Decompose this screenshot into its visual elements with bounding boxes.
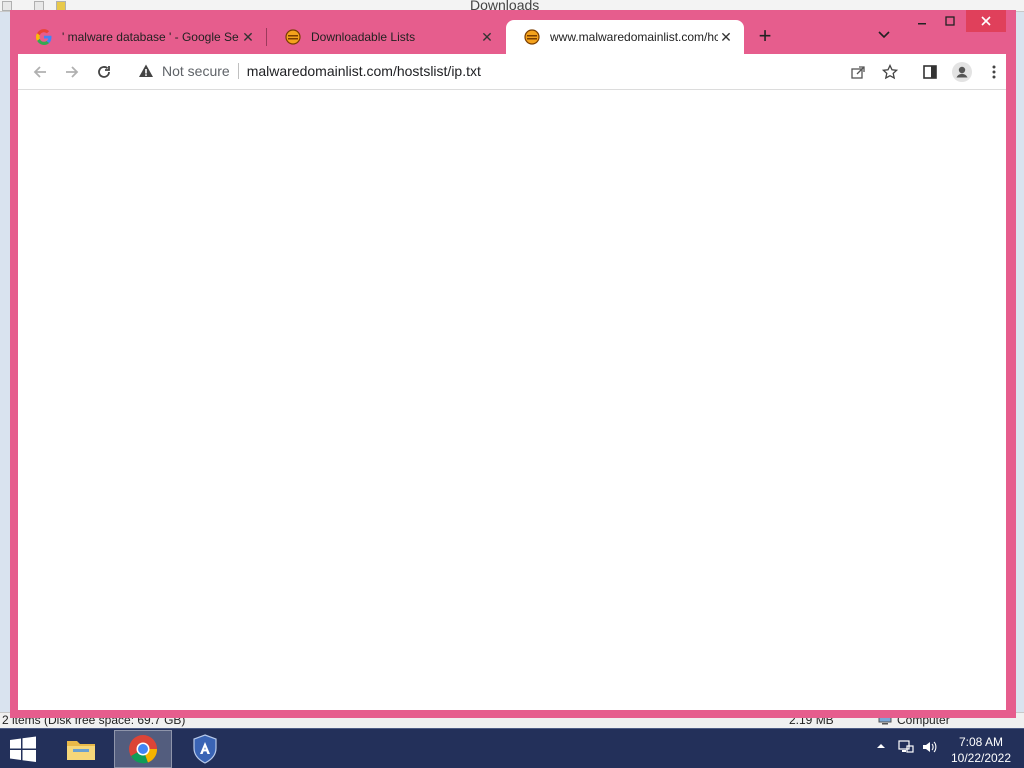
clock-time: 7:08 AM (958, 735, 1004, 749)
profile-avatar-icon[interactable] (952, 62, 972, 82)
side-panel-icon[interactable] (920, 62, 940, 82)
maximize-button[interactable] (938, 10, 962, 32)
address-separator (237, 63, 239, 79)
forward-arrow-icon[interactable] (62, 62, 82, 82)
page-content-blank[interactable] (18, 89, 1006, 710)
file-explorer-taskbar-icon[interactable] (52, 730, 110, 768)
back-arrow-icon[interactable] (30, 62, 50, 82)
network-icon[interactable] (898, 740, 914, 757)
taskbar: 7:08 AM 10/22/2022 (0, 728, 1024, 768)
volume-speaker-icon[interactable] (922, 740, 938, 757)
close-tab-icon[interactable]: ✕ (240, 29, 256, 45)
share-icon[interactable] (848, 62, 868, 82)
tab-google-search[interactable]: ' malware database ' - Google Se ✕ (18, 20, 266, 54)
browser-toolbar: Not secure malwaredomainlist.com/hostsli… (18, 54, 1006, 89)
close-tab-icon[interactable]: ✕ (479, 29, 495, 45)
tab-title: www.malwaredomainlist.com/hc (550, 30, 718, 44)
url-text[interactable]: malwaredomainlist.com/hostslist/ip.txt (247, 63, 481, 79)
malwaredomainlist-icon (285, 29, 301, 45)
bookmark-star-icon[interactable] (880, 62, 900, 82)
clock-date: 10/22/2022 (950, 751, 1012, 765)
new-tab-button[interactable]: + (754, 25, 776, 48)
tab-title: ' malware database ' - Google Se (62, 30, 239, 44)
reload-icon[interactable] (94, 62, 114, 82)
chrome-window: ' malware database ' - Google Se ✕ Downl… (10, 10, 1016, 718)
security-shield-taskbar-icon[interactable] (176, 730, 234, 768)
tab-search-chevron-icon[interactable] (876, 26, 892, 42)
show-hidden-icons-arrow-icon[interactable] (876, 741, 886, 754)
menu-kebab-icon[interactable] (984, 62, 1004, 82)
tab-downloadable-lists[interactable]: Downloadable Lists ✕ (267, 20, 505, 54)
malwaredomainlist-icon (524, 29, 540, 45)
security-label[interactable]: Not secure (162, 63, 230, 79)
tab-malwaredomainlist-active[interactable]: www.malwaredomainlist.com/hc ✕ (506, 20, 744, 54)
tab-title: Downloadable Lists (311, 30, 416, 44)
start-windows-icon[interactable] (8, 735, 38, 763)
chrome-taskbar-icon[interactable] (114, 730, 172, 768)
tab-strip: ' malware database ' - Google Se ✕ Downl… (10, 10, 1016, 54)
taskbar-clock[interactable]: 7:08 AM 10/22/2022 (944, 734, 1018, 766)
address-bar[interactable]: Not secure malwaredomainlist.com/hostsli… (130, 57, 890, 85)
google-icon (36, 29, 52, 45)
warning-triangle-icon[interactable] (138, 63, 154, 79)
minimize-button[interactable] (910, 10, 934, 32)
close-tab-icon[interactable]: ✕ (718, 29, 734, 45)
window-close-button[interactable] (966, 10, 1006, 32)
